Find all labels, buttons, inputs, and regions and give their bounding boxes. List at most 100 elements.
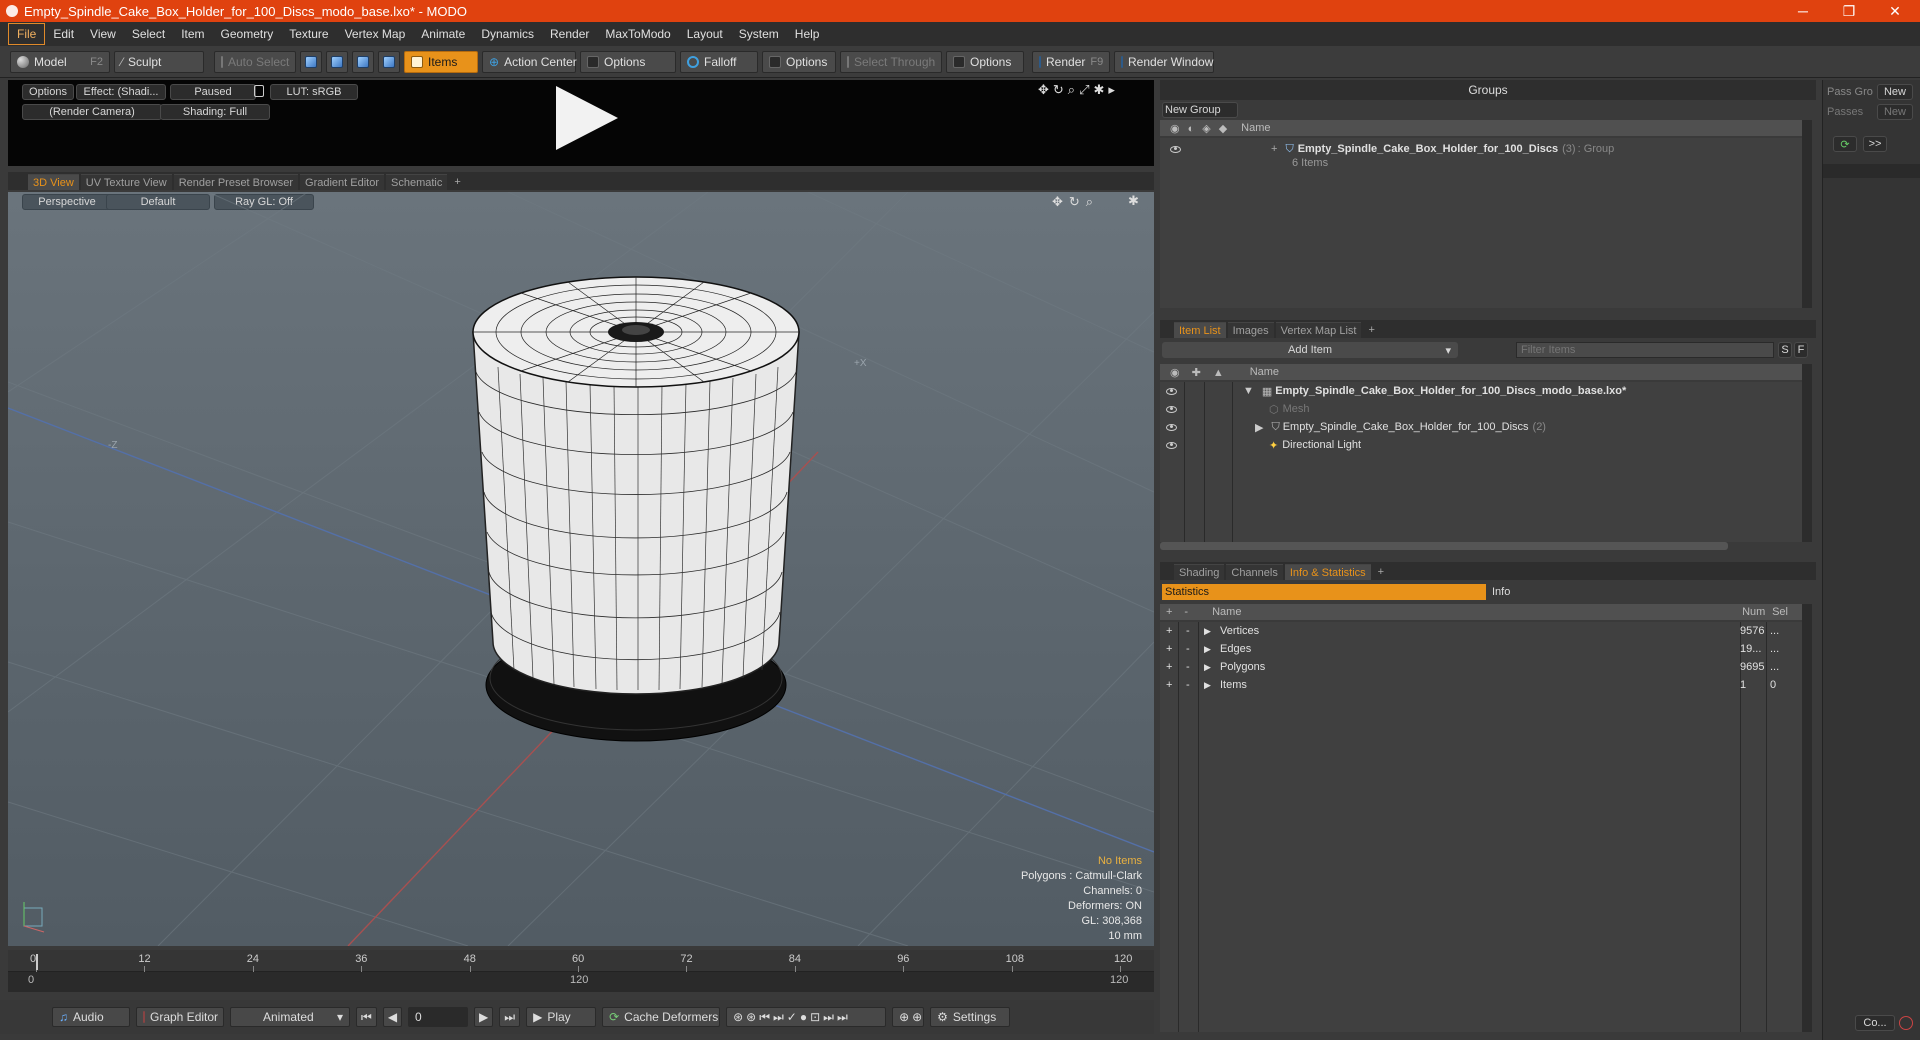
preview-paused-button[interactable]: Paused	[170, 84, 256, 100]
plus-icon[interactable]: +	[1166, 679, 1186, 691]
menu-animate[interactable]: Animate	[413, 24, 473, 44]
refresh-icon[interactable]: ⟳	[1833, 136, 1857, 152]
3d-viewport[interactable]: Perspective Default Ray GL: Off ✥↻⌕ ✱ +X…	[8, 192, 1154, 946]
add-item-dropdown[interactable]: Add Item ▾	[1162, 342, 1458, 358]
action-center-options-button[interactable]: Options	[580, 50, 676, 73]
tab-images[interactable]: Images	[1227, 322, 1274, 338]
plus-icon[interactable]: +	[1166, 643, 1186, 655]
expand-icon[interactable]: ▶	[1255, 421, 1263, 434]
menu-file[interactable]: File	[8, 23, 46, 45]
select-through-button[interactable]: Select Through	[840, 50, 942, 73]
minus-icon[interactable]: -	[1186, 625, 1204, 637]
expand-icon[interactable]: ▶	[1204, 644, 1220, 655]
item-list-scrollbar[interactable]	[1802, 364, 1812, 542]
tab-info-statistics[interactable]: Info & Statistics	[1284, 564, 1371, 580]
action-center-button[interactable]: ⊕ Action Center	[482, 50, 577, 73]
add-list-tab-button[interactable]: +	[1363, 322, 1379, 338]
stat-row-polygons[interactable]: + - ▶ Polygons 9695 ...	[1166, 658, 1802, 676]
edge-mode-button[interactable]	[326, 50, 348, 73]
menu-render[interactable]: Render	[542, 24, 597, 44]
stat-row-edges[interactable]: + - ▶ Edges 19... ...	[1166, 640, 1802, 658]
tab-channels[interactable]: Channels	[1226, 564, 1283, 580]
polygon-mode-button[interactable]	[352, 50, 374, 73]
menu-edit[interactable]: Edit	[45, 24, 82, 44]
filter-f-button[interactable]: F	[1794, 342, 1808, 358]
visibility-icon[interactable]	[1166, 387, 1177, 395]
expand-icon[interactable]: ▶	[1204, 626, 1220, 637]
tab-schematic[interactable]: Schematic	[386, 174, 448, 190]
prev-frame-button[interactable]: ◀	[382, 1007, 403, 1027]
statistics-tab[interactable]: Statistics	[1162, 584, 1486, 600]
minus-icon[interactable]: -	[1186, 661, 1204, 673]
render-button[interactable]: Render F9	[1032, 50, 1110, 73]
minus-icon[interactable]: -	[1186, 643, 1204, 655]
preview-options-button[interactable]: Options	[22, 84, 74, 100]
frame-input[interactable]: 0	[408, 1007, 469, 1027]
lock-icon[interactable]	[254, 85, 264, 97]
item-list-hscrollbar[interactable]	[1160, 542, 1728, 550]
stats-scrollbar[interactable]	[1802, 604, 1812, 1032]
tab-gradient-editor[interactable]: Gradient Editor	[300, 174, 384, 190]
timeline[interactable]: 0 12 24 36 48 60 72 84 96 108 120 0 120 120	[8, 950, 1154, 992]
record-icon[interactable]	[1899, 1016, 1913, 1030]
new-group-button[interactable]: New Group	[1162, 102, 1238, 118]
stat-row-items[interactable]: + - ▶ Items 1 0	[1166, 676, 1802, 694]
falloff-button[interactable]: Falloff	[680, 50, 758, 73]
preview-nav-icons[interactable]: ✥↻⌕⤢✱▸	[1038, 82, 1119, 98]
menu-dynamics[interactable]: Dynamics	[473, 24, 542, 44]
next-pass-button[interactable]: >>	[1863, 136, 1887, 152]
groups-scrollbar[interactable]	[1802, 120, 1812, 308]
menu-system[interactable]: System	[731, 24, 787, 44]
menu-select[interactable]: Select	[124, 24, 173, 44]
render-camera-dropdown[interactable]: (Render Camera)	[22, 104, 162, 120]
tab-uv-texture-view[interactable]: UV Texture View	[80, 174, 172, 190]
playhead[interactable]	[36, 954, 38, 970]
key-tools-strip[interactable]: ⊛⊛⏮⏭✓●⊡⏭⏭	[726, 1007, 887, 1027]
close-button[interactable]: ✕	[1872, 0, 1918, 22]
visibility-icon[interactable]	[1170, 145, 1181, 153]
shading-dropdown[interactable]: Shading: Full	[160, 104, 270, 120]
menu-maxtomodo[interactable]: MaxToModo	[597, 24, 678, 44]
tab-vertex-map-list[interactable]: Vertex Map List	[1275, 322, 1362, 338]
cake-box-mesh[interactable]	[472, 276, 800, 742]
command-button[interactable]: Co...	[1855, 1015, 1895, 1031]
expand-icon[interactable]: ▶	[1204, 680, 1220, 691]
tree-row-light[interactable]: ✦ Directional Light	[1166, 436, 1796, 454]
menu-geometry[interactable]: Geometry	[213, 24, 282, 44]
graph-editor-button[interactable]: Graph Editor	[136, 1007, 224, 1027]
items-mode-button[interactable]: Items	[404, 50, 478, 73]
menu-view[interactable]: View	[82, 24, 124, 44]
tab-3d-view[interactable]: 3D View	[28, 174, 79, 190]
select-through-options-button[interactable]: Options	[946, 50, 1024, 73]
tab-render-preset-browser[interactable]: Render Preset Browser	[173, 174, 299, 190]
next-frame-button[interactable]: ▶	[474, 1007, 494, 1027]
filter-items-input[interactable]	[1516, 342, 1774, 358]
audio-button[interactable]: ♫ Audio	[52, 1007, 130, 1027]
plus-icon[interactable]: +	[1166, 625, 1186, 637]
menu-texture[interactable]: Texture	[281, 24, 336, 44]
expand-icon[interactable]: +	[1271, 143, 1277, 155]
goto-end-button[interactable]: ⏭	[499, 1007, 521, 1027]
info-tab[interactable]: Info	[1488, 584, 1812, 600]
play-preview-icon[interactable]	[556, 86, 618, 150]
plus-icon[interactable]: +	[1166, 661, 1186, 673]
sculpt-button[interactable]: ⁄ Sculpt	[114, 50, 204, 73]
play-button[interactable]: ▶ Play	[526, 1007, 597, 1027]
visibility-icon[interactable]	[1166, 441, 1177, 449]
tree-row-group[interactable]: ▶ ⛉ Empty_Spindle_Cake_Box_Holder_for_10…	[1166, 418, 1796, 436]
cache-deformers-button[interactable]: ⟳ Cache Deformers	[602, 1007, 721, 1027]
maximize-button[interactable]: ❐	[1826, 0, 1872, 22]
menu-layout[interactable]: Layout	[679, 24, 731, 44]
group-row[interactable]: + ⛉ Empty_Spindle_Cake_Box_Holder_for_10…	[1170, 140, 1614, 158]
tree-row-mesh[interactable]: ⬡ Mesh	[1166, 400, 1796, 418]
vertex-mode-button[interactable]	[300, 50, 322, 73]
snap-tools[interactable]: ⊕⊕	[892, 1007, 925, 1027]
menu-help[interactable]: Help	[787, 24, 828, 44]
new-pass-button[interactable]: New	[1877, 104, 1913, 120]
falloff-options-button[interactable]: Options	[762, 50, 836, 73]
minus-icon[interactable]: -	[1186, 679, 1204, 691]
preview-effect-dropdown[interactable]: Effect: (Shadi...	[76, 84, 166, 100]
minimize-button[interactable]: ─	[1780, 0, 1826, 22]
visibility-icon[interactable]	[1166, 405, 1177, 413]
auto-select-button[interactable]: Auto Select	[214, 50, 296, 73]
